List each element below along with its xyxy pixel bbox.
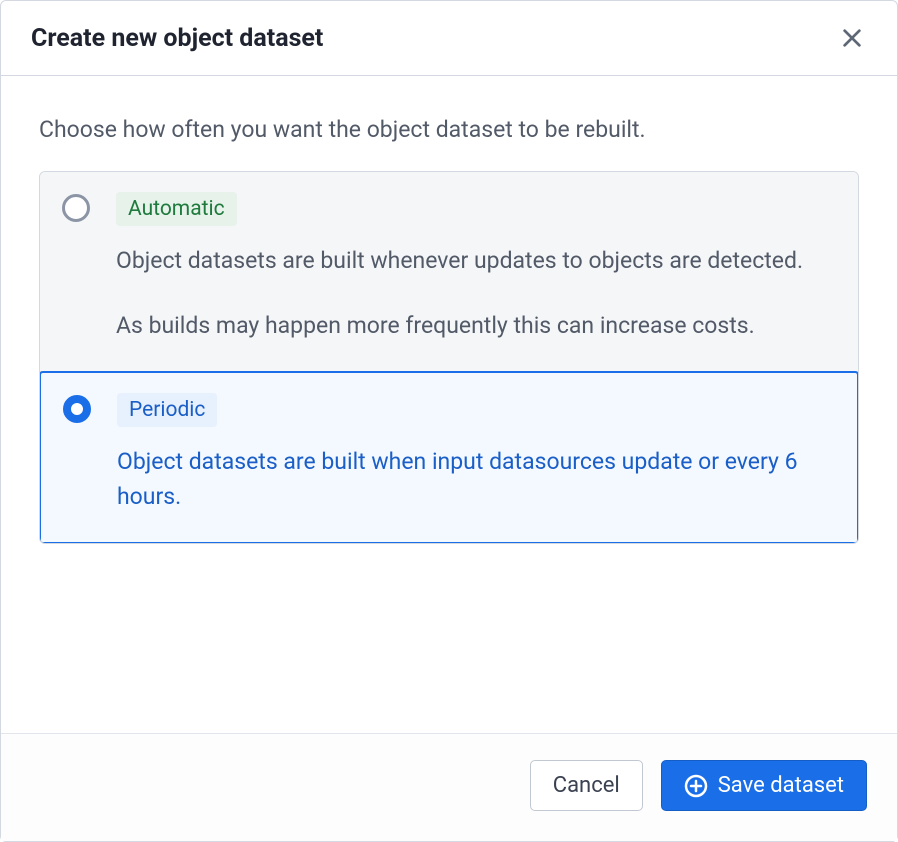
dialog-title: Create new object dataset bbox=[31, 24, 323, 53]
radio-automatic[interactable] bbox=[62, 194, 90, 222]
option-automatic[interactable]: Automatic Object datasets are built when… bbox=[40, 172, 858, 372]
option-automatic-desc1: Object datasets are built whenever updat… bbox=[116, 244, 836, 279]
close-icon bbox=[841, 27, 863, 49]
option-automatic-content: Automatic Object datasets are built when… bbox=[116, 192, 836, 343]
dialog-footer: Cancel Save dataset bbox=[1, 733, 897, 841]
option-periodic-desc-text: Object datasets are built when input dat… bbox=[117, 445, 835, 514]
option-automatic-desc: Object datasets are built whenever updat… bbox=[116, 244, 836, 343]
close-button[interactable] bbox=[837, 23, 867, 53]
plus-circle-icon bbox=[684, 774, 708, 798]
option-periodic[interactable]: Periodic Object datasets are built when … bbox=[39, 371, 859, 544]
save-dataset-button-label: Save dataset bbox=[718, 773, 844, 798]
option-periodic-desc: Object datasets are built when input dat… bbox=[117, 445, 835, 514]
radio-periodic[interactable] bbox=[63, 395, 91, 423]
dialog-body: Choose how often you want the object dat… bbox=[1, 76, 897, 733]
create-dataset-dialog: Create new object dataset Choose how oft… bbox=[0, 0, 898, 842]
option-periodic-content: Periodic Object datasets are built when … bbox=[117, 393, 835, 514]
cancel-button-label: Cancel bbox=[553, 773, 620, 798]
option-automatic-desc2: As builds may happen more frequently thi… bbox=[116, 309, 836, 344]
cancel-button[interactable]: Cancel bbox=[530, 760, 643, 811]
badge-periodic: Periodic bbox=[117, 393, 217, 427]
save-dataset-button[interactable]: Save dataset bbox=[661, 760, 867, 811]
intro-text: Choose how often you want the object dat… bbox=[39, 116, 859, 143]
badge-automatic: Automatic bbox=[116, 192, 237, 226]
dialog-header: Create new object dataset bbox=[1, 1, 897, 76]
rebuild-frequency-options: Automatic Object datasets are built when… bbox=[39, 171, 859, 544]
